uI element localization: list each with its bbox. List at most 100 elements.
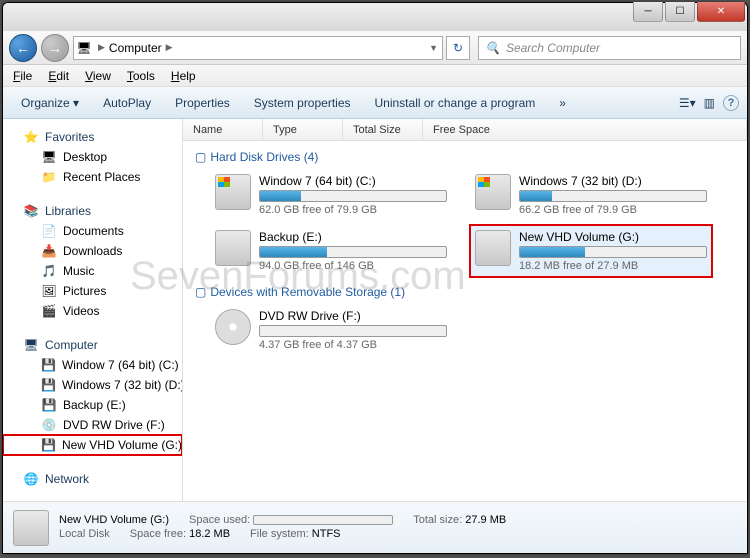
status-subtitle: Local Disk xyxy=(59,528,110,540)
section-removable[interactable]: ▢Devices with Removable Storage (1) xyxy=(193,282,737,305)
sidebar-item-drive-f[interactable]: 💿DVD RW Drive (F:) xyxy=(3,415,182,435)
sidebar-item-documents[interactable]: 📄Documents xyxy=(3,221,182,241)
sidebar-item-downloads[interactable]: 📥Downloads xyxy=(3,241,182,261)
usage-bar xyxy=(259,325,447,337)
preview-pane-button[interactable]: ▥ xyxy=(704,96,715,110)
desktop-icon: 🖥 xyxy=(41,149,57,165)
column-freespace[interactable]: Free Space xyxy=(423,119,747,140)
total-value: 27.9 MB xyxy=(465,514,506,526)
sidebar-computer[interactable]: 🖥Computer xyxy=(3,335,182,355)
sidebar-item-drive-c[interactable]: 💾Window 7 (64 bit) (C:) xyxy=(3,355,182,375)
dvd-icon: 💿 xyxy=(41,417,57,433)
music-icon: 🎵 xyxy=(41,263,57,279)
maximize-button[interactable]: ☐ xyxy=(665,2,695,22)
search-placeholder: Search Computer xyxy=(506,41,600,55)
back-button[interactable]: ← xyxy=(9,34,37,62)
drive-d[interactable]: Windows 7 (32 bit) (D:) 66.2 GB free of … xyxy=(471,170,711,220)
drive-label: Window 7 (64 bit) (C:) xyxy=(259,174,447,188)
drive-icon xyxy=(475,174,511,210)
column-headers: Name Type Total Size Free Space xyxy=(183,119,747,141)
sidebar-network[interactable]: 🌐Network xyxy=(3,469,182,489)
drive-icon: 💾 xyxy=(41,377,56,393)
download-icon: 📥 xyxy=(41,243,57,259)
dvd-icon xyxy=(215,309,251,345)
status-title: New VHD Volume (G:) xyxy=(59,514,169,526)
sidebar-item-drive-e[interactable]: 💾Backup (E:) xyxy=(3,395,182,415)
command-bar: Organize ▾ AutoPlay Properties System pr… xyxy=(3,87,747,119)
sidebar-favorites[interactable]: ⭐Favorites xyxy=(3,127,182,147)
chevron-right-icon[interactable]: ▶ xyxy=(94,42,109,53)
collapse-icon: ▢ xyxy=(195,285,206,299)
fs-value: NTFS xyxy=(312,528,341,540)
refresh-button[interactable]: ↻ xyxy=(446,36,470,60)
menu-edit[interactable]: Edit xyxy=(48,69,69,83)
nav-bar: ← → 🖥 ▶ Computer ▶ ▼ ↻ 🔍 Search Computer xyxy=(3,31,747,65)
usage-bar xyxy=(259,190,447,202)
search-input[interactable]: 🔍 Search Computer xyxy=(478,36,741,60)
organize-button[interactable]: Organize ▾ xyxy=(11,92,89,114)
view-mode-button[interactable]: ☰▾ xyxy=(679,96,696,110)
drive-g[interactable]: New VHD Volume (G:) 18.2 MB free of 27.9… xyxy=(471,226,711,276)
free-value: 18.2 MB xyxy=(189,528,230,540)
sidebar-item-pictures[interactable]: 🖼Pictures xyxy=(3,281,182,301)
content-view: Name Type Total Size Free Space ▢Hard Di… xyxy=(183,119,747,501)
system-properties-button[interactable]: System properties xyxy=(244,92,361,114)
titlebar[interactable]: ─ ☐ ✕ xyxy=(3,3,747,31)
sidebar-item-videos[interactable]: 🎬Videos xyxy=(3,301,182,321)
drive-label: DVD RW Drive (F:) xyxy=(259,309,447,323)
overflow-button[interactable]: » xyxy=(549,92,576,114)
section-hard-disks[interactable]: ▢Hard Disk Drives (4) xyxy=(193,147,737,170)
document-icon: 📄 xyxy=(41,223,57,239)
menu-view[interactable]: View xyxy=(85,69,111,83)
network-icon: 🌐 xyxy=(23,471,39,487)
drive-e[interactable]: Backup (E:) 94.0 GB free of 146 GB xyxy=(211,226,451,276)
folder-icon: 📁 xyxy=(41,169,57,185)
chevron-down-icon[interactable]: ▼ xyxy=(425,43,442,53)
usage-bar xyxy=(259,246,447,258)
collapse-icon: ▢ xyxy=(195,150,206,164)
free-label: Space free: xyxy=(130,528,186,540)
column-name[interactable]: Name xyxy=(183,119,263,140)
drive-label: Backup (E:) xyxy=(259,230,447,244)
sidebar-item-desktop[interactable]: 🖥Desktop xyxy=(3,147,182,167)
menu-tools[interactable]: Tools xyxy=(127,69,155,83)
sidebar-item-music[interactable]: 🎵Music xyxy=(3,261,182,281)
minimize-button[interactable]: ─ xyxy=(633,2,663,22)
drive-label: New VHD Volume (G:) xyxy=(519,230,707,244)
properties-button[interactable]: Properties xyxy=(165,92,240,114)
drive-label: Windows 7 (32 bit) (D:) xyxy=(519,174,707,188)
pictures-icon: 🖼 xyxy=(41,283,57,299)
sidebar-item-drive-g[interactable]: 💾New VHD Volume (G:) xyxy=(3,435,182,455)
menu-file[interactable]: File xyxy=(13,69,32,83)
free-space-text: 66.2 GB free of 79.9 GB xyxy=(519,204,707,216)
sidebar-item-recent[interactable]: 📁Recent Places xyxy=(3,167,182,187)
drive-c[interactable]: Window 7 (64 bit) (C:) 62.0 GB free of 7… xyxy=(211,170,451,220)
column-totalsize[interactable]: Total Size xyxy=(343,119,423,140)
drive-icon xyxy=(13,510,49,546)
details-pane: New VHD Volume (G:) Space used: Total si… xyxy=(3,501,747,553)
sidebar-item-drive-d[interactable]: 💾Windows 7 (32 bit) (D:) xyxy=(3,375,182,395)
navigation-pane: ⭐Favorites 🖥Desktop 📁Recent Places 📚Libr… xyxy=(3,119,183,501)
address-bar[interactable]: 🖥 ▶ Computer ▶ ▼ xyxy=(73,36,443,60)
menu-help[interactable]: Help xyxy=(171,69,196,83)
drive-f[interactable]: DVD RW Drive (F:) 4.37 GB free of 4.37 G… xyxy=(211,305,451,355)
drive-icon xyxy=(475,230,511,266)
computer-icon: 🖥 xyxy=(23,337,39,353)
column-type[interactable]: Type xyxy=(263,119,343,140)
explorer-window: ─ ☐ ✕ ← → 🖥 ▶ Computer ▶ ▼ ↻ 🔍 Search Co… xyxy=(2,2,748,554)
star-icon: ⭐ xyxy=(23,129,39,145)
fs-label: File system: xyxy=(250,528,309,540)
drive-icon: 💾 xyxy=(41,397,57,413)
search-icon: 🔍 xyxy=(485,41,500,55)
sidebar-libraries[interactable]: 📚Libraries xyxy=(3,201,182,221)
help-button[interactable]: ? xyxy=(723,95,739,111)
close-button[interactable]: ✕ xyxy=(697,2,745,22)
videos-icon: 🎬 xyxy=(41,303,57,319)
breadcrumb-item[interactable]: Computer xyxy=(109,41,162,55)
chevron-right-icon[interactable]: ▶ xyxy=(162,42,177,53)
forward-button[interactable]: → xyxy=(41,34,69,62)
autoplay-button[interactable]: AutoPlay xyxy=(93,92,161,114)
uninstall-button[interactable]: Uninstall or change a program xyxy=(365,92,546,114)
drive-icon: 💾 xyxy=(41,437,56,453)
libraries-icon: 📚 xyxy=(23,203,39,219)
